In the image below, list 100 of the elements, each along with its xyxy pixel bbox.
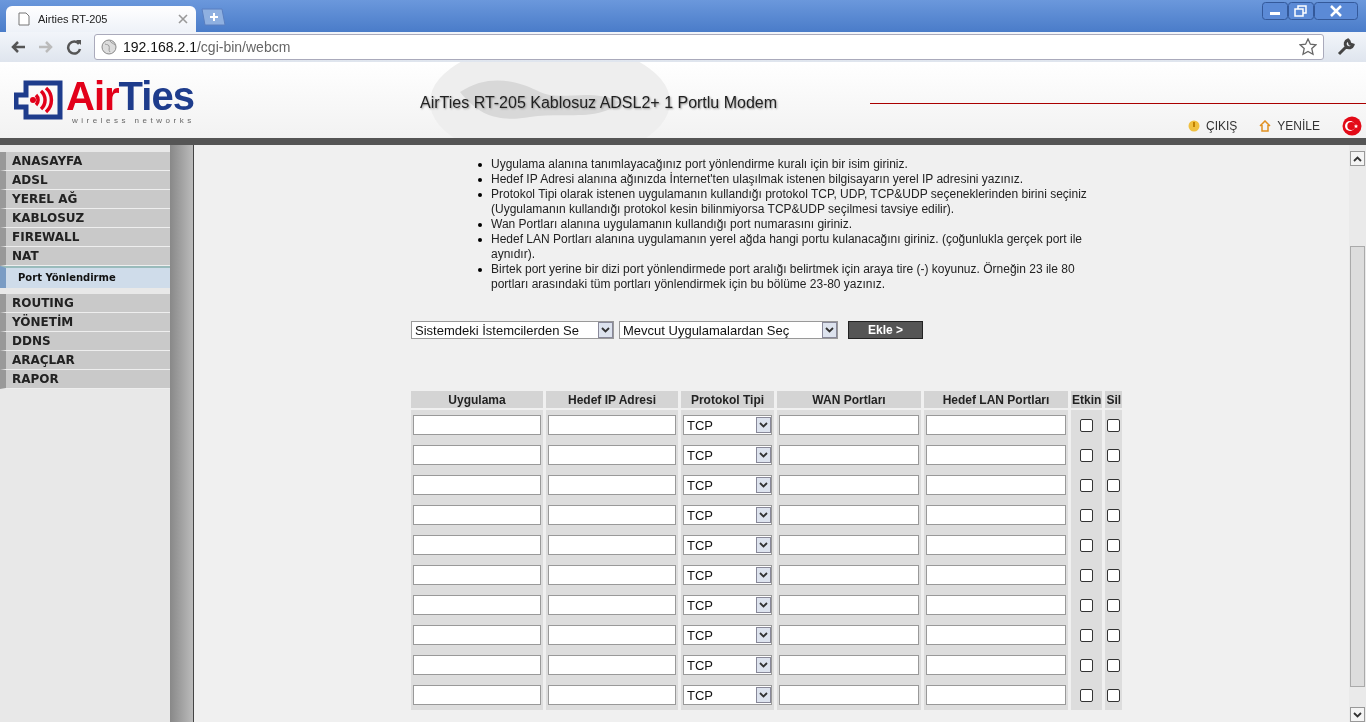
- menu-item[interactable]: NAT: [0, 247, 170, 266]
- caret-icon[interactable]: [756, 447, 771, 463]
- star-icon[interactable]: [1299, 38, 1317, 56]
- input-field[interactable]: [413, 685, 541, 705]
- scroll-thumb[interactable]: [1350, 246, 1365, 687]
- input-field[interactable]: [926, 595, 1066, 615]
- delete-checkbox[interactable]: [1107, 689, 1121, 703]
- close-icon[interactable]: [1314, 2, 1358, 20]
- restore-icon[interactable]: [1288, 2, 1314, 20]
- input-field[interactable]: [779, 445, 919, 465]
- protocol-dropdown[interactable]: TCP: [683, 595, 772, 615]
- new-tab-icon[interactable]: [200, 8, 226, 26]
- menu-item[interactable]: ARAÇLAR: [0, 351, 170, 370]
- input-field[interactable]: [779, 505, 919, 525]
- header-link[interactable]: ÇIKIŞ: [1205, 119, 1238, 133]
- input-field[interactable]: [413, 445, 541, 465]
- enabled-checkbox[interactable]: [1080, 539, 1094, 553]
- scroll-down-icon[interactable]: [1350, 707, 1365, 722]
- input-field[interactable]: [548, 655, 676, 675]
- enabled-checkbox[interactable]: [1080, 689, 1094, 703]
- menu-item[interactable]: FIREWALL: [0, 228, 170, 247]
- input-field[interactable]: [779, 475, 919, 495]
- delete-checkbox[interactable]: [1107, 659, 1121, 673]
- protocol-dropdown[interactable]: TCP: [683, 625, 772, 645]
- enabled-checkbox[interactable]: [1080, 659, 1094, 673]
- delete-checkbox[interactable]: [1107, 539, 1121, 553]
- input-field[interactable]: [413, 565, 541, 585]
- enabled-checkbox[interactable]: [1080, 479, 1094, 493]
- input-field[interactable]: [926, 505, 1066, 525]
- protocol-dropdown[interactable]: TCP: [683, 475, 772, 495]
- caret-icon[interactable]: [756, 657, 771, 673]
- input-field[interactable]: [926, 535, 1066, 555]
- input-field[interactable]: [548, 445, 676, 465]
- enabled-checkbox[interactable]: [1080, 509, 1094, 523]
- caret-icon[interactable]: [822, 322, 837, 338]
- address-bar[interactable]: 192.168.2.1/cgi-bin/webcm: [94, 34, 1324, 60]
- menu-item[interactable]: ROUTING: [0, 294, 170, 313]
- input-field[interactable]: [548, 415, 676, 435]
- protocol-dropdown[interactable]: TCP: [683, 655, 772, 675]
- input-field[interactable]: [548, 595, 676, 615]
- protocol-dropdown[interactable]: TCP: [683, 565, 772, 585]
- menu-item[interactable]: DDNS: [0, 332, 170, 351]
- application-dropdown[interactable]: Mevcut Uygulamalardan Seç: [619, 321, 838, 339]
- delete-checkbox[interactable]: [1107, 479, 1121, 493]
- input-field[interactable]: [779, 625, 919, 645]
- enabled-checkbox[interactable]: [1080, 599, 1094, 613]
- wrench-icon[interactable]: [1336, 37, 1356, 57]
- caret-icon[interactable]: [756, 417, 771, 433]
- input-field[interactable]: [779, 565, 919, 585]
- home-icon[interactable]: [1259, 120, 1272, 132]
- input-field[interactable]: [926, 685, 1066, 705]
- input-field[interactable]: [413, 535, 541, 555]
- power-icon[interactable]: [1187, 120, 1200, 132]
- caret-icon[interactable]: [756, 507, 771, 523]
- menu-item[interactable]: ADSL: [0, 171, 170, 190]
- input-field[interactable]: [413, 655, 541, 675]
- input-field[interactable]: [413, 415, 541, 435]
- caret-icon[interactable]: [756, 627, 771, 643]
- back-icon[interactable]: [10, 40, 26, 54]
- protocol-dropdown[interactable]: TCP: [683, 445, 772, 465]
- menu-item[interactable]: YEREL AĞ: [0, 190, 170, 209]
- input-field[interactable]: [926, 475, 1066, 495]
- protocol-dropdown[interactable]: TCP: [683, 505, 772, 525]
- delete-checkbox[interactable]: [1107, 509, 1121, 523]
- input-field[interactable]: [548, 625, 676, 645]
- caret-icon[interactable]: [756, 687, 771, 703]
- minimize-icon[interactable]: [1262, 2, 1288, 20]
- caret-icon[interactable]: [756, 477, 771, 493]
- input-field[interactable]: [926, 565, 1066, 585]
- input-field[interactable]: [779, 535, 919, 555]
- input-field[interactable]: [926, 445, 1066, 465]
- client-dropdown[interactable]: Sistemdeki İstemcilerden Se: [411, 321, 614, 339]
- input-field[interactable]: [413, 595, 541, 615]
- add-button[interactable]: Ekle >: [848, 321, 923, 339]
- delete-checkbox[interactable]: [1107, 569, 1121, 583]
- input-field[interactable]: [413, 475, 541, 495]
- input-field[interactable]: [548, 565, 676, 585]
- input-field[interactable]: [779, 595, 919, 615]
- menu-item[interactable]: RAPOR: [0, 370, 170, 389]
- reload-icon[interactable]: [66, 39, 82, 55]
- delete-checkbox[interactable]: [1107, 449, 1121, 463]
- input-field[interactable]: [779, 685, 919, 705]
- input-field[interactable]: [548, 685, 676, 705]
- input-field[interactable]: [548, 535, 676, 555]
- enabled-checkbox[interactable]: [1080, 419, 1094, 433]
- forward-icon[interactable]: [38, 40, 54, 54]
- protocol-dropdown[interactable]: TCP: [683, 415, 772, 435]
- menu-item[interactable]: ANASAYFA: [0, 152, 170, 171]
- delete-checkbox[interactable]: [1107, 599, 1121, 613]
- flag-icon[interactable]: [1342, 116, 1362, 136]
- caret-icon[interactable]: [756, 597, 771, 613]
- input-field[interactable]: [548, 505, 676, 525]
- input-field[interactable]: [926, 625, 1066, 645]
- enabled-checkbox[interactable]: [1080, 449, 1094, 463]
- enabled-checkbox[interactable]: [1080, 569, 1094, 583]
- browser-tab[interactable]: Airties RT-205: [6, 6, 196, 32]
- caret-icon[interactable]: [756, 537, 771, 553]
- input-field[interactable]: [926, 655, 1066, 675]
- input-field[interactable]: [413, 625, 541, 645]
- menu-item[interactable]: KABLOSUZ: [0, 209, 170, 228]
